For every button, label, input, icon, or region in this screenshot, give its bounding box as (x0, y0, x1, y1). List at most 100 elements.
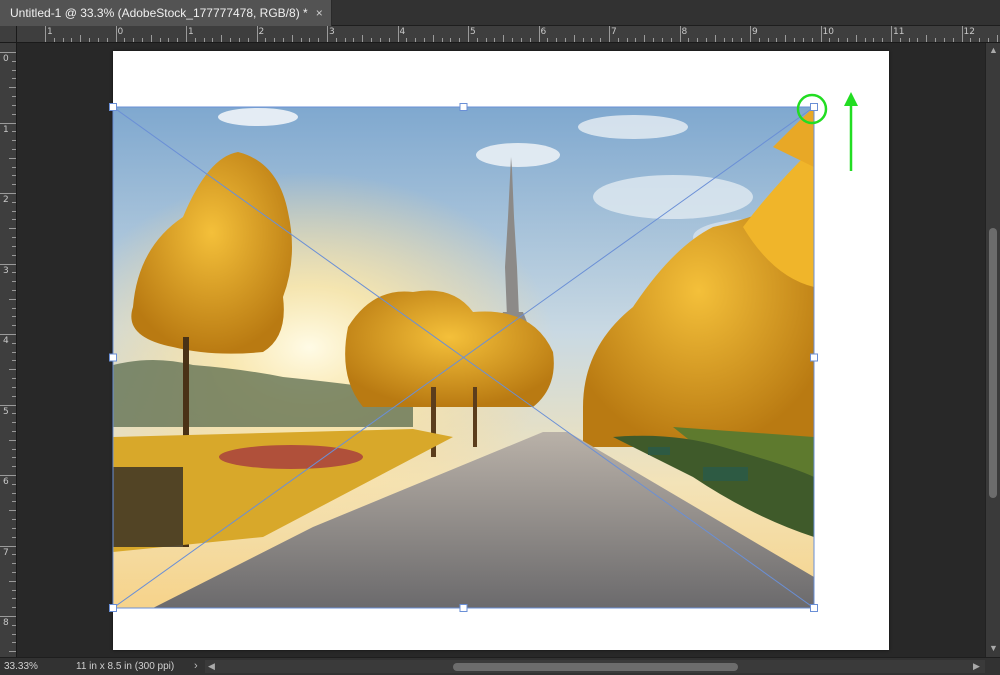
vertical-scrollbar[interactable]: ▲ ▼ (985, 43, 1000, 657)
horizontal-scroll-thumb[interactable] (453, 663, 738, 671)
ruler-minor-tick (12, 519, 16, 521)
ruler-tick (0, 122, 16, 124)
ruler-minor-tick (12, 184, 16, 186)
chevron-right-icon[interactable]: ▶ (973, 661, 980, 672)
vertical-ruler[interactable]: 0 1 2 3 4 5 6 7 8 (0, 43, 17, 670)
ruler-minor-tick (362, 35, 364, 42)
ruler-minor-tick (785, 35, 787, 42)
ruler-origin[interactable] (0, 26, 17, 43)
ruler-minor-tick (917, 38, 919, 42)
chevron-up-icon[interactable]: ▲ (989, 45, 998, 55)
ruler-label: 11 (893, 27, 905, 37)
ruler-minor-tick (529, 38, 531, 42)
ruler-tick (45, 26, 46, 42)
ruler-minor-tick (582, 38, 584, 42)
ruler-label: 2 (3, 195, 9, 205)
ruler-label: 5 (3, 406, 9, 417)
ruler-minor-tick (556, 38, 558, 42)
ruler-minor-tick (741, 38, 743, 42)
transform-handle-top-left[interactable] (109, 103, 117, 111)
ruler-label: 2 (258, 27, 265, 37)
ruler-tick (961, 26, 963, 42)
ruler-minor-tick (908, 38, 910, 42)
transform-handle-bottom-center[interactable] (459, 604, 468, 612)
ruler-minor-tick (415, 38, 417, 42)
ruler-minor-tick (203, 38, 205, 42)
ruler-minor-tick (335, 38, 337, 42)
ruler-minor-tick (12, 96, 16, 98)
horizontal-scrollbar[interactable]: ◀ ▶ (205, 660, 985, 673)
ruler-minor-tick (873, 38, 875, 42)
ruler-label: 1 (47, 27, 53, 37)
ruler-minor-tick (12, 563, 16, 565)
ruler-minor-tick (485, 38, 487, 42)
ruler-label: 3 (329, 27, 335, 37)
placed-photo[interactable] (113, 107, 814, 608)
info-menu-arrow[interactable]: › (194, 660, 198, 672)
ruler-minor-tick (547, 38, 549, 42)
ruler-minor-tick (503, 35, 505, 42)
ruler-minor-tick (926, 35, 928, 42)
ruler-minor-tick (9, 439, 16, 441)
ruler-minor-tick (12, 554, 16, 556)
horizontal-ruler[interactable]: 1 0 1 2 3 4 5 6 7 8 9 10 11 12 (17, 26, 1000, 43)
document-tab[interactable]: Untitled-1 @ 33.3% (AdobeStock_177777478… (0, 0, 332, 26)
ruler-minor-tick (282, 38, 284, 42)
ruler-minor-tick (952, 38, 954, 42)
ruler-minor-tick (12, 140, 16, 142)
ruler-minor-tick (12, 166, 16, 168)
ruler-tick (538, 26, 540, 42)
ruler-label: 3 (3, 265, 9, 276)
ruler-minor-tick (423, 38, 425, 42)
ruler-minor-tick (12, 148, 16, 150)
transform-handle-top-center[interactable] (459, 103, 468, 111)
chevron-left-icon[interactable]: ◀ (208, 661, 215, 672)
ruler-minor-tick (71, 38, 73, 42)
chevron-down-icon[interactable]: ▼ (989, 643, 998, 653)
zoom-level-field[interactable]: 33.33% (4, 661, 38, 672)
transform-handle-bottom-left[interactable] (109, 604, 117, 612)
ruler-minor-tick (996, 35, 998, 42)
ruler-minor-tick (12, 78, 16, 80)
transform-handle-bottom-right[interactable] (810, 604, 818, 612)
document-tab-bar: Untitled-1 @ 33.3% (AdobeStock_177777478… (0, 0, 1000, 26)
transform-handle-top-right[interactable] (810, 103, 818, 111)
ruler-minor-tick (838, 38, 840, 42)
ruler-minor-tick (644, 35, 646, 42)
ruler-minor-tick (168, 38, 170, 42)
transform-handle-middle-left[interactable] (109, 353, 117, 362)
ruler-minor-tick (732, 38, 734, 42)
ruler-minor-tick (12, 483, 16, 485)
ruler-minor-tick (943, 38, 945, 42)
transform-handle-middle-right[interactable] (810, 353, 818, 362)
ruler-minor-tick (12, 589, 16, 591)
ruler-minor-tick (670, 38, 672, 42)
ruler-minor-tick (512, 38, 514, 42)
close-icon[interactable]: × (316, 6, 323, 20)
ruler-minor-tick (12, 316, 16, 318)
ruler-minor-tick (12, 492, 16, 494)
ruler-minor-tick (12, 351, 16, 353)
ruler-minor-tick (230, 38, 232, 42)
ruler-minor-tick (653, 38, 655, 42)
ruler-minor-tick (12, 395, 16, 397)
ruler-tick (186, 26, 187, 42)
ruler-minor-tick (846, 38, 848, 42)
ruler-minor-tick (62, 38, 64, 42)
ruler-minor-tick (194, 38, 196, 42)
ruler-minor-tick (450, 38, 452, 42)
ruler-minor-tick (459, 38, 461, 42)
ruler-minor-tick (617, 38, 619, 42)
ruler-minor-tick (697, 38, 699, 42)
ruler-minor-tick (106, 38, 108, 42)
ruler-minor-tick (309, 38, 311, 42)
ruler-minor-tick (12, 466, 16, 468)
ruler-minor-tick (899, 38, 901, 42)
vertical-scroll-thumb[interactable] (989, 228, 997, 498)
ruler-minor-tick (371, 38, 373, 42)
ruler-label: 12 (963, 27, 975, 37)
ruler-minor-tick (12, 386, 16, 388)
ruler-label: 0 (117, 27, 124, 37)
ruler-tick (820, 26, 822, 42)
ruler-tick (750, 26, 751, 42)
